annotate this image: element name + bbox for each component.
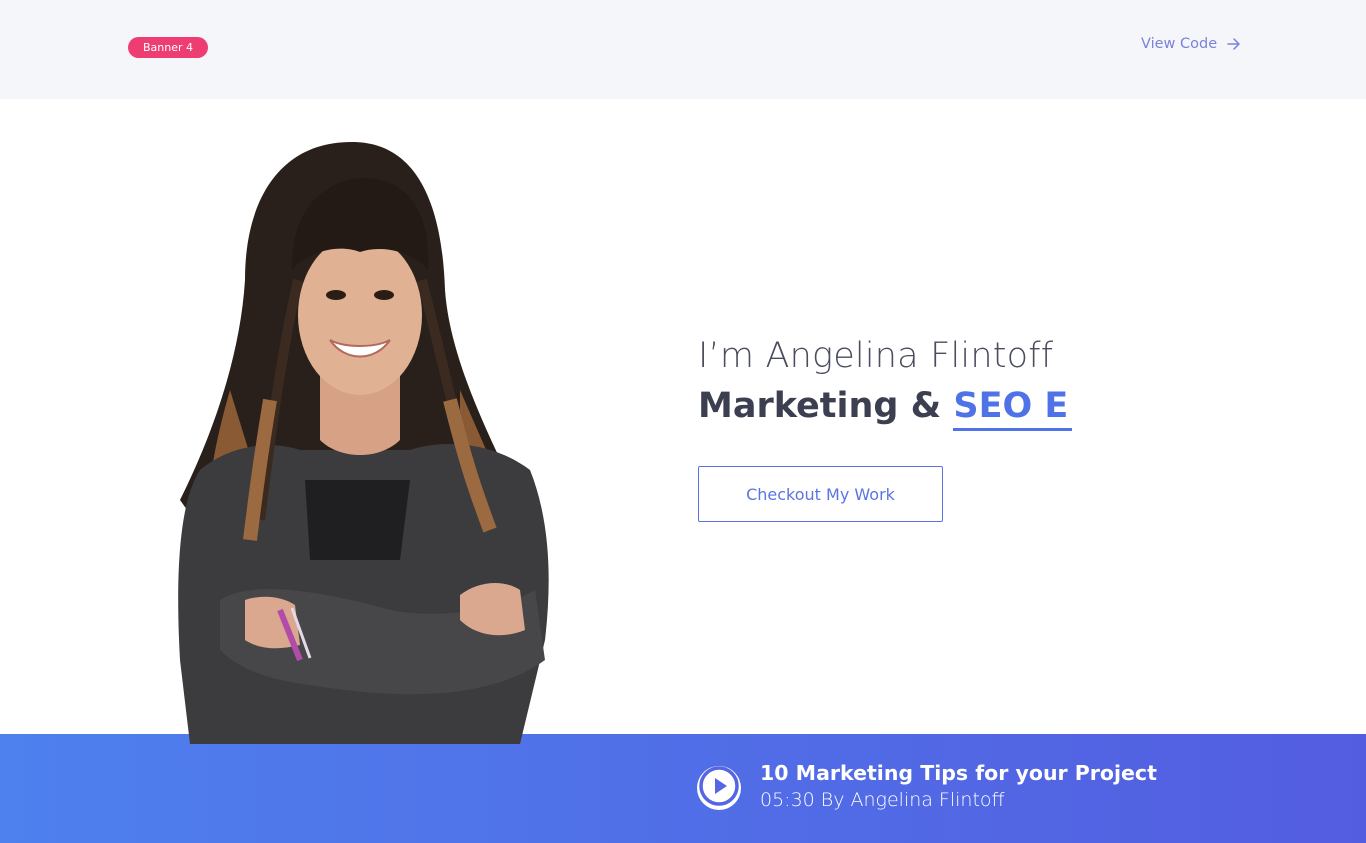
headline-prefix: Marketing & xyxy=(698,386,954,426)
play-icon xyxy=(697,764,741,812)
view-code-label: View Code xyxy=(1141,36,1218,52)
view-code-link[interactable]: View Code xyxy=(1141,36,1241,52)
top-bar: Banner 4 View Code xyxy=(0,0,1366,99)
hero-intro: I’m Angelina Flintoff Marketing & SEO E xyxy=(698,333,1073,431)
video-meta: 05:30 By Angelina Flintoff xyxy=(760,789,1005,811)
video-band xyxy=(0,734,1366,843)
video-title[interactable]: 10 Marketing Tips for your Project xyxy=(760,761,1157,785)
checkout-work-button[interactable]: Checkout My Work xyxy=(698,466,943,522)
headline: Marketing & SEO E xyxy=(698,381,1073,431)
headline-typed-text: SEO E xyxy=(953,386,1073,431)
intro-text: I’m Angelina Flintoff xyxy=(698,336,1054,376)
portrait-image xyxy=(160,140,570,744)
play-button[interactable] xyxy=(697,766,741,810)
arrow-right-icon xyxy=(1227,37,1241,51)
banner-badge: Banner 4 xyxy=(128,37,209,58)
